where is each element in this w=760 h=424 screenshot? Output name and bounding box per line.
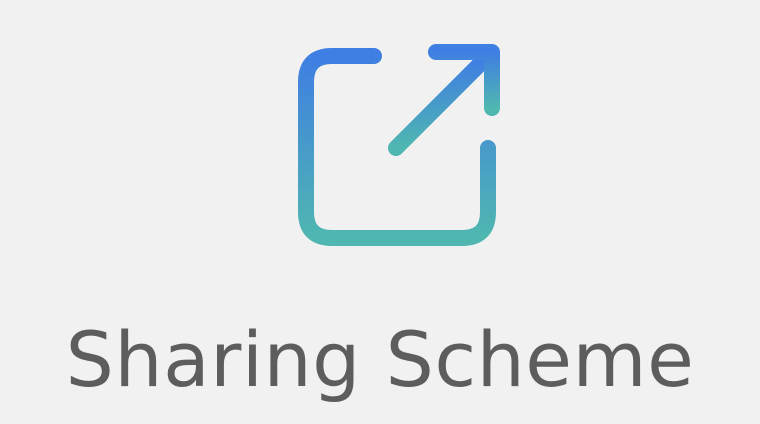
- sharing-scheme-tile[interactable]: Sharing Scheme: [0, 0, 760, 424]
- tile-label: Sharing Scheme: [65, 315, 695, 404]
- share-external-icon: [286, 36, 506, 256]
